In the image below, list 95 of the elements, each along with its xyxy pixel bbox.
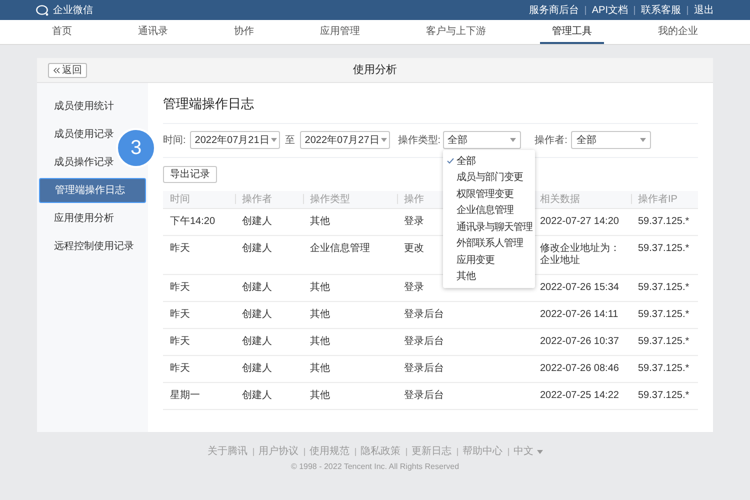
table-cell: 其他 bbox=[310, 336, 330, 348]
top-link[interactable]: 服务商后台 bbox=[528, 2, 579, 18]
table-cell: 创建人 bbox=[242, 390, 272, 402]
caret-icon bbox=[640, 138, 646, 142]
table-cell: 2022-07-26 08:46 bbox=[540, 362, 619, 374]
start-date-select[interactable]: 2022年07月21日 bbox=[190, 131, 280, 149]
table-cell: 登录后台 bbox=[404, 308, 444, 320]
table-cell: 创建人 bbox=[242, 242, 272, 254]
dropdown-option[interactable]: 全部 bbox=[442, 153, 535, 170]
dropdown-option[interactable]: 通讯录与聊天管理 bbox=[442, 219, 535, 236]
caret-icon bbox=[381, 138, 388, 142]
table-cell: 更改 bbox=[404, 242, 424, 254]
table-cell: 星期一 bbox=[170, 390, 200, 402]
table-cell: 其他 bbox=[310, 216, 330, 228]
sidebar-item[interactable]: 应用使用分析 bbox=[54, 206, 114, 231]
operator-select[interactable]: 全部 bbox=[571, 131, 652, 149]
double-chevron-icon bbox=[53, 66, 60, 74]
type-label: 操作类型: bbox=[398, 134, 441, 148]
app-name: 企业微信 bbox=[53, 4, 93, 18]
range-separator: 至 bbox=[284, 134, 295, 148]
column-header: 相关数据 bbox=[540, 192, 580, 206]
dropdown-option[interactable]: 企业信息管理 bbox=[442, 202, 535, 219]
column-header: 操作类型 bbox=[310, 192, 350, 206]
sidebar-item[interactable]: 成员使用统计 bbox=[54, 94, 114, 119]
nav-tab[interactable]: 通讯录 bbox=[126, 20, 180, 44]
table-cell: 59.37.125.* bbox=[638, 336, 690, 348]
sidebar-item[interactable]: 远程控制使用记录 bbox=[54, 234, 134, 259]
sidebar-item[interactable]: 成员操作记录 bbox=[54, 150, 114, 175]
table-cell-text: 修改企业地址为：企业地址 bbox=[540, 242, 621, 266]
nav-tab[interactable]: 协作 bbox=[222, 20, 266, 44]
column-header: 操作者 bbox=[242, 192, 272, 206]
dropdown-option[interactable]: 权限管理变更 bbox=[442, 186, 535, 202]
check-icon bbox=[446, 158, 454, 164]
table-cell: 其他 bbox=[310, 362, 330, 374]
caret-icon bbox=[536, 450, 542, 454]
table-cell: 登录后台 bbox=[404, 362, 444, 374]
table-cell: 59.37.125.* bbox=[638, 216, 690, 228]
table-cell: 昨天 bbox=[170, 362, 190, 374]
sidebar-item[interactable]: 成员使用记录 bbox=[54, 122, 114, 147]
nav-tab[interactable]: 管理工具 bbox=[540, 20, 604, 44]
table-cell: 其他 bbox=[310, 308, 330, 320]
table-cell: 2022-07-26 10:37 bbox=[540, 336, 619, 348]
column-header: 操作者IP bbox=[638, 192, 678, 206]
table-cell: 创建人 bbox=[242, 216, 272, 228]
top-link[interactable]: API文档 bbox=[592, 2, 628, 18]
table-cell: 59.37.125.* bbox=[638, 242, 690, 254]
table-cell: 下午14:20 bbox=[170, 216, 216, 228]
nav-tab[interactable]: 我的企业 bbox=[646, 20, 710, 44]
table-cell: 59.37.125.* bbox=[638, 390, 690, 402]
top-link[interactable]: 退出 bbox=[694, 2, 714, 18]
dropdown-option[interactable]: 其他 bbox=[442, 268, 535, 285]
nav-tab[interactable]: 应用管理 bbox=[308, 20, 372, 44]
table-cell: 创建人 bbox=[242, 308, 272, 320]
dropdown-option[interactable]: 外部联系人管理 bbox=[442, 236, 535, 252]
dropdown-option[interactable]: 成员与部门变更 bbox=[442, 170, 535, 186]
table-cell: 其他 bbox=[310, 282, 330, 294]
table-cell: 2022-07-25 14:22 bbox=[540, 390, 619, 402]
table-cell: 其他 bbox=[310, 390, 330, 402]
content-title: 管理端操作日志 bbox=[163, 94, 698, 124]
table-cell: 59.37.125.* bbox=[638, 308, 690, 320]
table-cell: 2022-07-26 15:34 bbox=[540, 282, 619, 294]
table-cell: 登录后台 bbox=[404, 336, 444, 348]
column-header: 时间 bbox=[169, 192, 190, 206]
type-select[interactable]: 全部 bbox=[442, 131, 521, 149]
dropdown-option[interactable]: 应用变更 bbox=[442, 252, 535, 268]
export-button[interactable]: 导出记录 bbox=[163, 166, 217, 182]
table-cell: 昨天 bbox=[170, 282, 190, 294]
table-cell: 企业信息管理 bbox=[310, 242, 370, 254]
operator-label: 操作者: bbox=[534, 134, 568, 148]
copyright: © 1998 - 2022 Tencent Inc. All Rights Reserved bbox=[290, 461, 460, 473]
nav-tab[interactable]: 首页 bbox=[40, 20, 84, 44]
nav-tab[interactable]: 客户与上下游 bbox=[414, 20, 498, 44]
back-button[interactable]: 返回 bbox=[48, 62, 87, 78]
table-cell: 昨天 bbox=[170, 336, 190, 348]
caret-icon bbox=[510, 138, 516, 142]
table-cell: 登录后台 bbox=[404, 390, 444, 402]
top-link[interactable]: 联系客服 bbox=[641, 2, 681, 18]
page-title: 使用分析 bbox=[353, 62, 397, 78]
end-date-select[interactable]: 2022年07月27日 bbox=[300, 131, 390, 149]
chat-bubble-logo-icon bbox=[36, 4, 49, 16]
table-cell: 2022-07-27 14:20 bbox=[540, 216, 619, 228]
time-label: 时间: bbox=[163, 134, 186, 148]
table-cell: 59.37.125.* bbox=[638, 282, 690, 294]
caret-icon bbox=[271, 138, 278, 142]
table-cell: 创建人 bbox=[242, 362, 272, 374]
table-cell: 昨天 bbox=[170, 308, 190, 320]
column-header: 操作 bbox=[404, 192, 424, 206]
table-cell: 创建人 bbox=[242, 282, 272, 294]
sidebar-item[interactable]: 管理端操作日志 bbox=[39, 178, 146, 203]
table-cell: 2022-07-26 14:11 bbox=[540, 308, 618, 320]
table-cell: 登录 bbox=[404, 216, 424, 228]
table-cell: 登录 bbox=[404, 282, 424, 294]
table-cell: 昨天 bbox=[170, 242, 190, 254]
table-cell: 59.37.125.* bbox=[638, 362, 690, 374]
table-cell: 创建人 bbox=[242, 336, 272, 348]
